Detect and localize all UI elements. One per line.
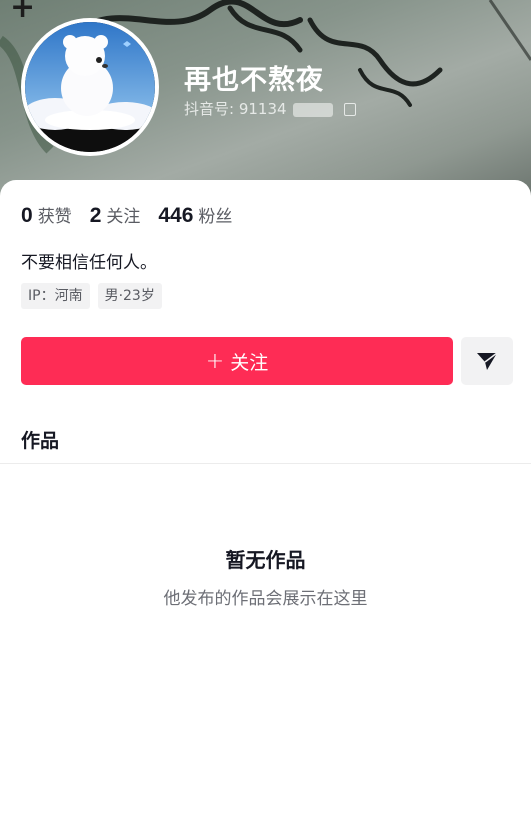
stat-followers-label: 粉丝 <box>198 207 233 227</box>
username: 再也不熬夜 <box>184 58 324 97</box>
stat-followers-count: 446 <box>158 204 194 227</box>
profile-tags: IP：河南 男·23岁 <box>21 283 170 309</box>
stat-following-label: 关注 <box>106 207 141 227</box>
tab-works[interactable]: 作品 <box>21 426 59 453</box>
avatar-bear-image <box>25 22 155 152</box>
share-icon <box>477 352 498 370</box>
empty-state-subtitle: 他发布的作品会展示在这里 <box>163 589 368 609</box>
tab-divider <box>0 463 531 464</box>
stat-likes-label: 获赞 <box>37 207 72 227</box>
tag-ip-location: IP：河南 <box>21 283 90 309</box>
follow-plus-icon: + <box>205 348 225 374</box>
follow-button[interactable]: + 关注 <box>21 337 453 385</box>
douyin-id: 抖音号: 91134 <box>184 98 357 119</box>
stat-following-count: 2 <box>89 204 102 227</box>
copy-icon[interactable] <box>344 103 357 116</box>
follow-button-label: 关注 <box>230 351 269 374</box>
profile-card: 0 获赞 2 关注 446 粉丝 不要相信任何人。 IP：河南 男·23岁 + … <box>0 180 531 834</box>
avatar[interactable] <box>21 18 159 156</box>
stat-following[interactable]: 2 关注 <box>90 202 141 228</box>
douyin-id-value: 91134 <box>238 100 287 118</box>
share-button[interactable] <box>461 337 513 385</box>
stats-row: 0 获赞 2 关注 446 粉丝 <box>21 202 250 228</box>
profile-bio: 不要相信任何人。 <box>21 253 157 273</box>
stat-likes[interactable]: 0 获赞 <box>21 202 72 228</box>
username-text: 再也不熬夜 <box>184 65 324 96</box>
plus-icon[interactable]: + <box>10 0 38 23</box>
douyin-id-label: 抖音号: <box>184 100 235 118</box>
stat-followers[interactable]: 446 粉丝 <box>158 202 232 228</box>
redacted-id-blur <box>293 102 334 117</box>
stat-likes-count: 0 <box>21 204 33 227</box>
tag-gender-age: 男·23岁 <box>97 283 162 309</box>
empty-state-title: 暂无作品 <box>225 548 306 572</box>
profile-cover: + 再也不熬夜 抖音号: 91134 <box>0 0 531 200</box>
